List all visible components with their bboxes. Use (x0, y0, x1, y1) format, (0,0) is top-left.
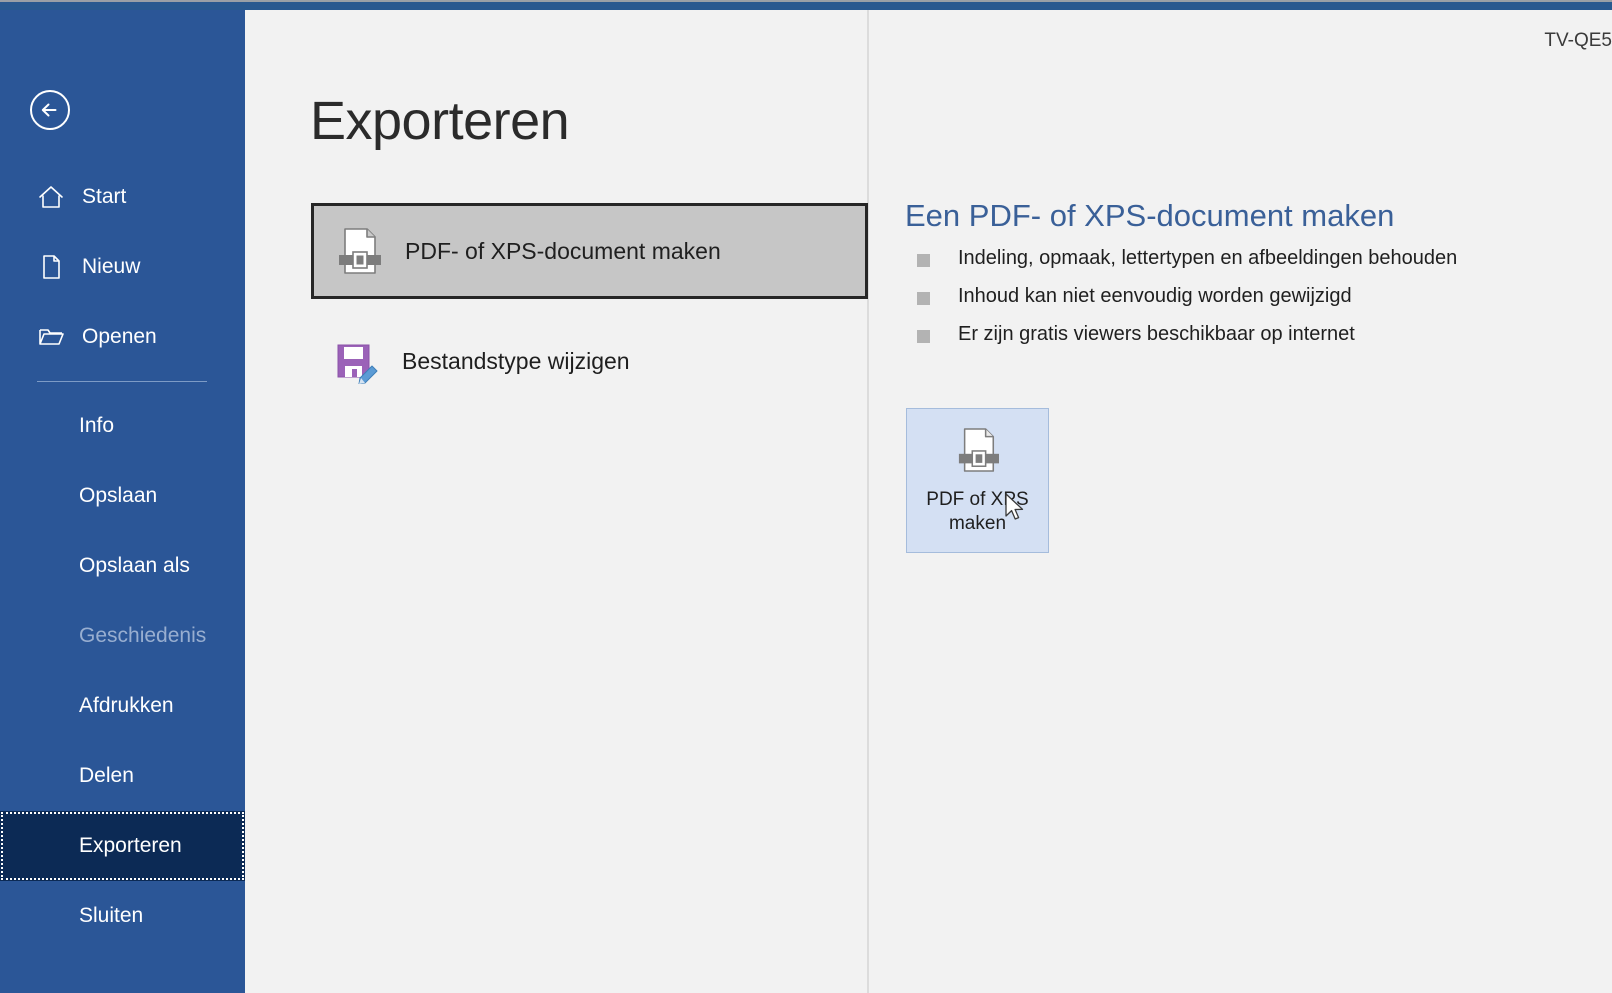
sidebar-item-delen[interactable]: Delen (0, 741, 245, 811)
sidebar-item-label: Afdrukken (79, 694, 174, 717)
backstage-view: Start Nieuw Openen Info Opslaan Opslaan … (0, 0, 1612, 993)
home-icon (36, 182, 66, 212)
sidebar-item-label: Start (82, 185, 127, 208)
button-label-line2: maken (948, 513, 1007, 534)
create-pdf-xps-button-label: PDF of XPS maken (918, 488, 1038, 537)
sidebar-item-geschiedenis: Geschiedenis (0, 601, 245, 671)
sidebar-item-label: Delen (79, 764, 134, 787)
export-option-list: PDF- of XPS-document maken Bestandstype … (311, 203, 868, 409)
backstage-content: TV-QE5 Exporteren PDF- of XPS-document m… (245, 10, 1612, 993)
back-button[interactable] (28, 88, 72, 132)
folder-icon (36, 322, 66, 352)
sidebar-item-label: Exporteren (79, 834, 182, 857)
save-edit-icon (330, 333, 382, 389)
pdf-document-icon (957, 425, 999, 480)
back-arrow-icon (29, 89, 71, 131)
detail-title: Een PDF- of XPS-document maken (905, 198, 1395, 233)
button-label-line1: PDF of XPS (926, 488, 1029, 510)
sidebar-item-label: Opslaan als (79, 554, 190, 577)
square-bullet-icon (917, 254, 930, 267)
page-icon (36, 252, 66, 282)
pdf-document-icon (333, 223, 385, 279)
machine-name-label: TV-QE5 (1544, 30, 1612, 51)
window-accent-bar (0, 2, 1612, 10)
sidebar-item-opslaan-als[interactable]: Opslaan als (0, 531, 245, 601)
sidebar-item-openen[interactable]: Openen (0, 302, 245, 372)
square-bullet-icon (917, 330, 930, 343)
sidebar-item-label: Opslaan (79, 484, 158, 507)
sidebar-item-start[interactable]: Start (0, 162, 245, 232)
option-change-file-type[interactable]: Bestandstype wijzigen (311, 313, 868, 409)
list-item: Inhoud kan niet eenvoudig worden gewijzi… (905, 285, 1595, 308)
content-divider (867, 10, 869, 993)
bullet-text: Indeling, opmaak, lettertypen en afbeeld… (958, 247, 1458, 269)
backstage-sidebar: Start Nieuw Openen Info Opslaan Opslaan … (0, 10, 245, 993)
option-label: Bestandstype wijzigen (402, 347, 630, 374)
sidebar-nav-list: Start Nieuw Openen Info Opslaan Opslaan … (0, 162, 245, 951)
sidebar-item-label: Nieuw (82, 255, 141, 278)
detail-bullet-list: Indeling, opmaak, lettertypen en afbeeld… (905, 247, 1595, 346)
sidebar-item-label: Sluiten (79, 904, 144, 927)
sidebar-item-afdrukken[interactable]: Afdrukken (0, 671, 245, 741)
square-bullet-icon (917, 292, 930, 305)
sidebar-item-exporteren[interactable]: Exporteren (0, 811, 245, 881)
sidebar-item-sluiten[interactable]: Sluiten (0, 881, 245, 951)
sidebar-item-opslaan[interactable]: Opslaan (0, 461, 245, 531)
sidebar-item-info[interactable]: Info (0, 391, 245, 461)
sidebar-divider (37, 381, 207, 382)
sidebar-item-nieuw[interactable]: Nieuw (0, 232, 245, 302)
option-create-pdf-xps[interactable]: PDF- of XPS-document maken (311, 203, 868, 299)
create-pdf-xps-button[interactable]: PDF of XPS maken (906, 408, 1049, 553)
list-item: Indeling, opmaak, lettertypen en afbeeld… (905, 247, 1595, 270)
sidebar-item-label: Openen (82, 325, 157, 348)
bullet-text: Inhoud kan niet eenvoudig worden gewijzi… (958, 285, 1352, 307)
sidebar-item-label: Geschiedenis (79, 624, 207, 647)
page-title: Exporteren (310, 91, 570, 151)
sidebar-item-label: Info (79, 414, 115, 437)
list-item: Er zijn gratis viewers beschikbaar op in… (905, 323, 1595, 346)
export-detail-panel: Een PDF- of XPS-document maken Indeling,… (905, 198, 1595, 361)
option-label: PDF- of XPS-document maken (405, 237, 721, 264)
bullet-text: Er zijn gratis viewers beschikbaar op in… (958, 323, 1355, 345)
